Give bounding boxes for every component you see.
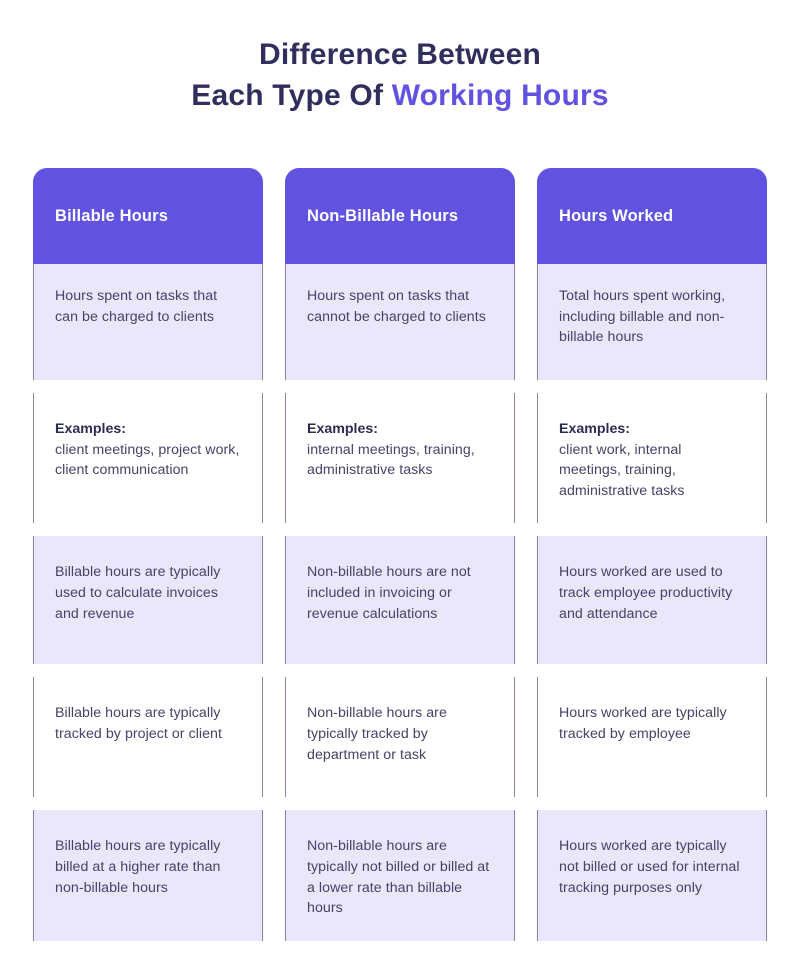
cell-text-r0-c2: client work, internal meetings, training… [559,441,685,499]
title-line-2: Each Type Of Working Hours [0,75,800,116]
cell-text-r0-c0: client meetings, project work, client co… [55,441,240,479]
title-line-2-prefix: Each Type Of [191,79,392,113]
column-header-label-0: Billable Hours [55,206,169,225]
table-cell-r3-c2: Hours worked are typically not billed or… [537,810,767,942]
column-header-label-2: Hours Worked [559,206,674,225]
table-cell-r0-c1: Examples: internal meetings, training, a… [285,393,515,524]
cell-text-r1-c2: Hours worked are used to track employee … [559,564,733,622]
examples-label-r0-c0: Examples: [55,421,126,437]
column-description-0: Hours spent on tasks that can be charged… [55,288,218,325]
table-cell-r2-c0: Billable hours are typically tracked by … [33,677,263,798]
column-description-cell-2: Total hours spent working, including bil… [537,264,767,380]
column-description-cell-0: Hours spent on tasks that can be charged… [33,264,263,380]
comparison-row-2: Billable hours are typically tracked by … [33,677,767,798]
page-title: Difference Between Each Type Of Working … [0,0,800,117]
column-header-2: Hours Worked [537,168,767,264]
column-description-1: Hours spent on tasks that cannot be char… [307,288,486,325]
examples-label-r0-c2: Examples: [559,421,630,437]
comparison-row-3: Billable hours are typically billed at a… [33,810,767,942]
column-card-1: Non-Billable Hours Hours spent on tasks … [285,168,515,380]
comparison-row-0: Examples: client meetings, project work,… [33,393,767,524]
table-cell-r0-c0: Examples: client meetings, project work,… [33,393,263,524]
cell-text-r2-c0: Billable hours are typically tracked by … [55,705,222,742]
column-card-0: Billable Hours Hours spent on tasks that… [33,168,263,380]
column-header-1: Non-Billable Hours [285,168,515,264]
column-header-label-1: Non-Billable Hours [307,206,459,225]
header-row: Billable Hours Hours spent on tasks that… [33,168,767,380]
comparison-row-1: Billable hours are typically used to cal… [33,536,767,665]
table-cell-r2-c2: Hours worked are typically tracked by em… [537,677,767,798]
cell-text-r3-c1: Non-billable hours are typically not bil… [307,838,490,917]
title-line-1: Difference Between [258,38,542,71]
cell-text-r2-c1: Non-billable hours are typically tracked… [307,705,447,763]
column-description-2: Total hours spent working, including bil… [559,288,726,346]
table-cell-r2-c1: Non-billable hours are typically tracked… [285,677,515,798]
table-cell-r1-c0: Billable hours are typically used to cal… [33,536,263,665]
cell-text-r1-c0: Billable hours are typically used to cal… [55,564,221,622]
cell-text-r2-c2: Hours worked are typically tracked by em… [559,705,727,742]
table-cell-r3-c1: Non-billable hours are typically not bil… [285,810,515,942]
column-header-0: Billable Hours [33,168,263,264]
comparison-grid: Billable Hours Hours spent on tasks that… [33,168,767,942]
table-cell-r1-c1: Non-billable hours are not included in i… [285,536,515,665]
table-cell-r3-c0: Billable hours are typically billed at a… [33,810,263,942]
infographic-page: Difference Between Each Type Of Working … [0,0,800,969]
column-description-cell-1: Hours spent on tasks that cannot be char… [285,264,515,380]
table-cell-r1-c2: Hours worked are used to track employee … [537,536,767,665]
cell-text-r3-c0: Billable hours are typically billed at a… [55,838,221,896]
column-card-2: Hours Worked Total hours spent working, … [537,168,767,380]
title-accent-text: Working Hours [391,79,609,113]
cell-text-r0-c1: internal meetings, training, administrat… [307,441,475,479]
cell-text-r3-c2: Hours worked are typically not billed or… [559,838,740,896]
cell-text-r1-c1: Non-billable hours are not included in i… [307,564,471,622]
examples-label-r0-c1: Examples: [307,421,378,437]
table-cell-r0-c2: Examples: client work, internal meetings… [537,393,767,524]
